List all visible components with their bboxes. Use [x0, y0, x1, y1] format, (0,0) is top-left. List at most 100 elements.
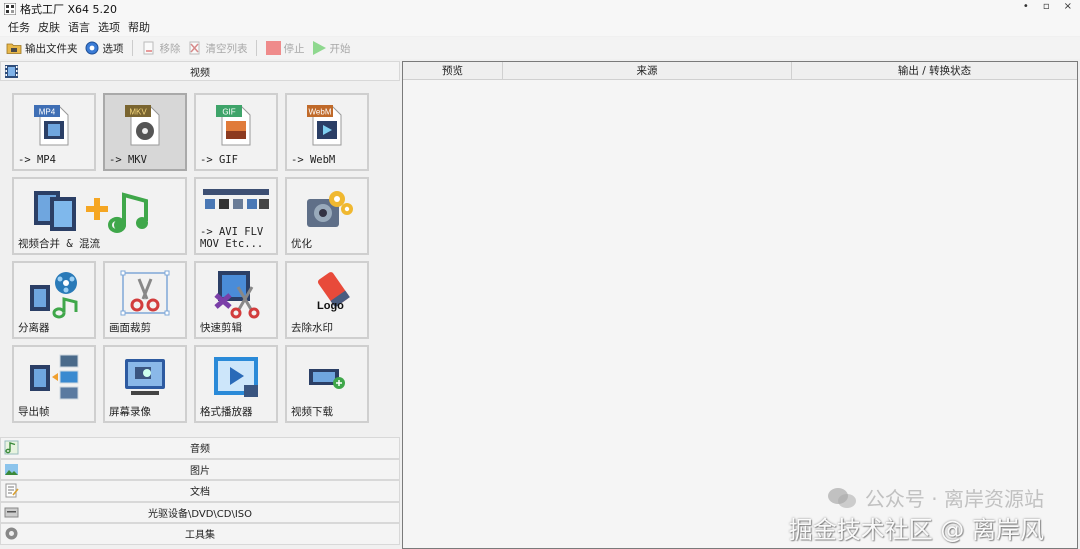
player-icon: [214, 357, 258, 397]
tile-to-webm[interactable]: WebM -> WebM: [285, 93, 369, 171]
tile-screen-record[interactable]: 屏幕录像: [103, 345, 187, 423]
tile-label: 导出帧: [18, 406, 50, 418]
video-download-icon: [309, 369, 345, 389]
tile-label: 视频下载: [291, 406, 333, 418]
options-button[interactable]: 选项: [84, 41, 124, 56]
eraser-logo-icon: Logo: [317, 272, 350, 312]
task-table-header: 预览 来源 输出 / 转换状态: [403, 62, 1077, 80]
tile-label: -> AVI FLV MOV Etc...: [200, 226, 264, 250]
tile-label: -> MKV: [109, 154, 147, 166]
toolbar-separator: [131, 40, 133, 56]
menu-task[interactable]: 任务: [8, 19, 30, 35]
column-preview[interactable]: 预览: [403, 62, 503, 79]
start-button[interactable]: 开始: [311, 41, 351, 56]
toolbar-separator: [255, 40, 257, 56]
webm-file-icon: WebM: [307, 105, 342, 146]
tile-quick-clip[interactable]: 快速剪辑: [194, 261, 278, 339]
minimize-button[interactable]: •: [1023, 1, 1029, 12]
svg-text:MP4: MP4: [39, 108, 56, 117]
tile-format-player[interactable]: 格式播放器: [194, 345, 278, 423]
category-rom-header[interactable]: 光驱设备\DVD\CD\ISO: [0, 501, 400, 523]
category-list: 音频 图片 文档 光驱设备\DVD\CD\ISO 工具集: [0, 437, 400, 545]
options-gear-icon: [85, 41, 98, 55]
tile-video-download[interactable]: 视频下载: [285, 345, 369, 423]
tile-label: 屏幕录像: [109, 406, 151, 418]
column-source[interactable]: 来源: [503, 62, 792, 79]
watermark-line1: 公众号 · 离岸资源站: [864, 487, 1044, 511]
film-icon: [5, 65, 18, 78]
tile-label: 优化: [291, 238, 312, 250]
category-video-header[interactable]: 视频: [0, 61, 400, 81]
tile-to-mp4[interactable]: MP4 -> MP4: [12, 93, 96, 171]
close-button[interactable]: ×: [1064, 1, 1072, 12]
screen-record-icon: [125, 359, 165, 395]
tile-remove-watermark[interactable]: Logo 去除水印: [285, 261, 369, 339]
folder-icon: [6, 43, 22, 54]
tile-to-avi-flv-mov[interactable]: -> AVI FLV MOV Etc...: [194, 177, 278, 255]
stop-icon: [265, 41, 281, 55]
tile-label: 画面裁剪: [109, 322, 151, 334]
gif-file-icon: GIF: [216, 105, 251, 146]
remove-icon: [143, 41, 153, 55]
format-factory-window: 格式工厂 X64 5.20 • ▫ × 任务 皮肤 语言 选项 帮助 输出文件夹…: [0, 0, 1080, 549]
tile-label: 分离器: [18, 322, 50, 334]
tile-splitter[interactable]: 分离器: [12, 261, 96, 339]
title-bar: 格式工厂 X64 5.20 • ▫ ×: [0, 0, 1080, 18]
app-logo-icon: [4, 3, 16, 15]
svg-text:GIF: GIF: [222, 108, 235, 117]
category-panel: 视频 MP4 -> MP4 MKV -> MKV GIF -> GIF WebM…: [0, 61, 400, 549]
menu-language[interactable]: 语言: [68, 19, 90, 35]
column-output-status[interactable]: 输出 / 转换状态: [792, 62, 1077, 79]
tile-label: -> MP4: [18, 154, 56, 166]
mp4-file-icon: MP4: [34, 105, 69, 146]
tile-to-mkv[interactable]: MKV -> MKV: [103, 93, 187, 171]
document-icon: [5, 483, 19, 498]
tile-label: 去除水印: [291, 322, 333, 334]
quick-clip-icon: [214, 271, 260, 319]
tile-label: 格式播放器: [200, 406, 253, 418]
tile-label: 快速剪辑: [200, 322, 242, 334]
tile-label: -> WebM: [291, 154, 336, 166]
optimize-gears-icon: [307, 191, 353, 227]
svg-text:MKV: MKV: [129, 108, 147, 117]
tile-label: 视频合并 & 混流: [18, 238, 100, 250]
menu-options[interactable]: 选项: [98, 19, 120, 35]
remove-button[interactable]: 移除: [141, 41, 181, 56]
svg-text:Logo: Logo: [317, 300, 344, 312]
format-strip-icon: [203, 189, 269, 209]
maximize-button[interactable]: ▫: [1043, 1, 1050, 12]
menu-bar: 任务 皮肤 语言 选项 帮助: [0, 18, 1080, 36]
tile-to-gif[interactable]: GIF -> GIF: [194, 93, 278, 171]
clear-list-button[interactable]: 清空列表: [187, 41, 248, 56]
mkv-file-icon: MKV: [125, 105, 160, 146]
output-folder-button[interactable]: 输出文件夹: [6, 41, 78, 56]
tile-label: -> GIF: [200, 154, 238, 166]
category-tools-header[interactable]: 工具集: [0, 523, 400, 545]
watermark-line2: 掘金技术社区 @ 离岸风: [788, 516, 1044, 544]
category-image-header[interactable]: 图片: [0, 458, 400, 480]
tools-gear-icon: [5, 527, 18, 540]
stop-button[interactable]: 停止: [265, 41, 305, 56]
video-tool-grid: MP4 -> MP4 MKV -> MKV GIF -> GIF WebM ->…: [0, 81, 400, 437]
clear-list-icon: [189, 41, 199, 55]
tile-optimize[interactable]: 优化: [285, 177, 369, 255]
wechat-icon: [827, 487, 856, 508]
merge-mux-icon: [34, 191, 148, 233]
export-frames-icon: [30, 354, 79, 400]
category-audio-header[interactable]: 音频: [0, 437, 400, 459]
image-icon: [5, 463, 18, 475]
splitter-icon: [30, 272, 78, 319]
category-document-header[interactable]: 文档: [0, 480, 400, 502]
crop-scissors-icon: [120, 270, 170, 316]
tile-crop[interactable]: 画面裁剪: [103, 261, 187, 339]
menu-help[interactable]: 帮助: [128, 19, 150, 35]
tile-export-frames[interactable]: 导出帧: [12, 345, 96, 423]
toolbar: 输出文件夹 选项 移除 清空列表 停止 开始: [0, 37, 1080, 59]
music-note-icon: [4, 440, 19, 455]
svg-text:WebM: WebM: [309, 108, 332, 117]
tile-video-merge-mux[interactable]: 视频合并 & 混流: [12, 177, 187, 255]
task-list-panel[interactable]: 预览 来源 输出 / 转换状态: [402, 61, 1078, 549]
play-icon: [312, 41, 326, 55]
window-title: 格式工厂 X64 5.20: [20, 3, 118, 16]
menu-skin[interactable]: 皮肤: [38, 19, 60, 35]
